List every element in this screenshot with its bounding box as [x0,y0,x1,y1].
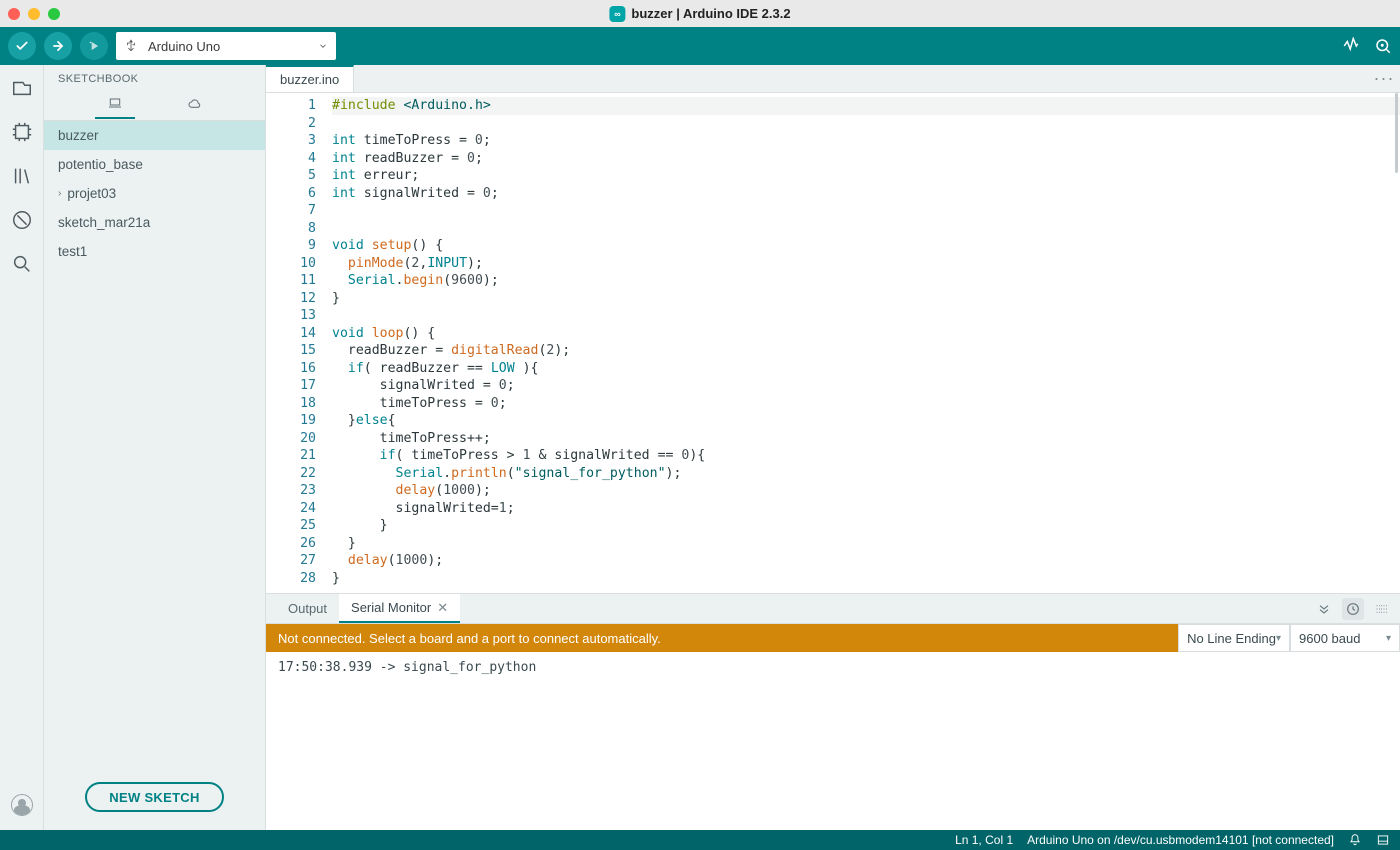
scrollbar-thumb[interactable] [1395,93,1398,173]
file-tab-label: buzzer.ino [280,72,339,87]
sketch-item-test1[interactable]: test1 [44,237,265,266]
sketchbook-icon[interactable] [11,77,33,99]
tab-label: Output [288,601,327,616]
code-editor[interactable]: 1234567891011121314151617181920212223242… [266,93,1400,593]
chevron-right-icon: › [58,188,61,199]
sketch-item-buzzer[interactable]: buzzer [44,121,265,150]
upload-button[interactable] [44,32,72,60]
select-label: No Line Ending [1187,631,1276,646]
list-item-label: projet03 [67,186,116,201]
side-panel-heading: SKETCHBOOK [44,65,265,93]
baud-rate-select[interactable]: 9600 baud ▾ [1290,624,1400,652]
status-bar: Ln 1, Col 1 Arduino Uno on /dev/cu.usbmo… [0,830,1400,850]
board-status: Arduino Uno on /dev/cu.usbmodem14101 [no… [1027,833,1334,847]
bottom-panel: Output Serial Monitor ✕ Not connected. S… [266,593,1400,830]
laptop-icon [107,95,123,111]
board-selector[interactable]: Arduino Uno [116,32,336,60]
window-controls [8,8,60,20]
sketch-list: buzzer potentio_base › projet03 sketch_ma… [44,121,265,768]
new-sketch-button[interactable]: NEW SKETCH [85,782,223,812]
search-icon[interactable] [11,253,33,275]
editor-column: buzzer.ino ··· 1234567891011121314151617… [266,65,1400,830]
titlebar: ∞ buzzer | Arduino IDE 2.3.2 [0,0,1400,27]
chevron-down-icon: ▾ [1276,633,1281,644]
minimize-window-icon[interactable] [28,8,40,20]
editor-tabs: buzzer.ino ··· [266,65,1400,93]
list-item-label: sketch_mar21a [58,215,150,230]
file-tab[interactable]: buzzer.ino [266,65,354,92]
tab-local[interactable] [95,95,135,119]
clock-icon [1345,601,1361,617]
panel-toggle-icon[interactable] [1376,833,1390,847]
tab-label: Serial Monitor [351,600,431,615]
code-content[interactable]: #include <Arduino.h>int timeToPress = 0;… [328,93,1400,593]
chevrons-down-icon[interactable] [1316,601,1332,617]
tab-serial-monitor[interactable]: Serial Monitor ✕ [339,594,460,623]
check-icon [15,39,29,53]
toolbar-right [1342,37,1392,55]
console-line: 17:50:38.939 -> signal_for_python [278,660,1388,675]
side-panel: SKETCHBOOK buzzer potentio_base › projet0… [44,65,266,830]
warning-text: Not connected. Select a board and a port… [278,631,661,646]
close-window-icon[interactable] [8,8,20,20]
maximize-window-icon[interactable] [48,8,60,20]
arrow-right-icon [51,39,65,53]
bottom-panel-tabs: Output Serial Monitor ✕ [266,594,1400,624]
list-item-label: buzzer [58,128,99,143]
list-item-label: potentio_base [58,157,143,172]
clear-output-icon[interactable] [1374,601,1390,617]
app-icon: ∞ [609,6,625,22]
connection-warning: Not connected. Select a board and a port… [266,624,1178,652]
library-manager-icon[interactable] [11,165,33,187]
cloud-icon [187,96,203,112]
debug-button[interactable] [80,32,108,60]
window-title: buzzer | Arduino IDE 2.3.2 [631,6,790,21]
cursor-position: Ln 1, Col 1 [955,833,1013,847]
chevron-down-icon [318,41,328,51]
line-gutter: 1234567891011121314151617181920212223242… [266,93,328,593]
line-ending-select[interactable]: No Line Ending▾ [1178,624,1290,652]
toggle-timestamp-button[interactable] [1342,598,1364,620]
tab-cloud[interactable] [175,96,215,118]
account-icon[interactable] [11,794,33,816]
editor-more-button[interactable]: ··· [1368,65,1400,92]
serial-plotter-icon[interactable] [1342,37,1360,55]
usb-icon [124,39,138,53]
debug-icon [87,39,101,53]
window-title-wrap: ∞ buzzer | Arduino IDE 2.3.2 [609,6,790,22]
serial-console[interactable]: 17:50:38.939 -> signal_for_python [266,652,1400,830]
board-label: Arduino Uno [148,39,220,54]
sketchbook-tabs [44,93,265,121]
toolbar: Arduino Uno [0,27,1400,65]
chevron-down-icon: ▾ [1386,633,1391,644]
sketch-item-projet03[interactable]: › projet03 [44,179,265,208]
serial-monitor-icon[interactable] [1374,37,1392,55]
board-manager-icon[interactable] [11,121,33,143]
select-label: 9600 baud [1299,631,1360,646]
sketch-item-potentio[interactable]: potentio_base [44,150,265,179]
bell-icon[interactable] [1348,833,1362,847]
activity-bar [0,65,44,830]
debug-panel-icon[interactable] [11,209,33,231]
main: SKETCHBOOK buzzer potentio_base › projet0… [0,65,1400,830]
list-item-label: test1 [58,244,87,259]
tab-output[interactable]: Output [276,594,339,623]
verify-button[interactable] [8,32,36,60]
sketch-item-mar21a[interactable]: sketch_mar21a [44,208,265,237]
close-icon[interactable]: ✕ [437,600,448,616]
